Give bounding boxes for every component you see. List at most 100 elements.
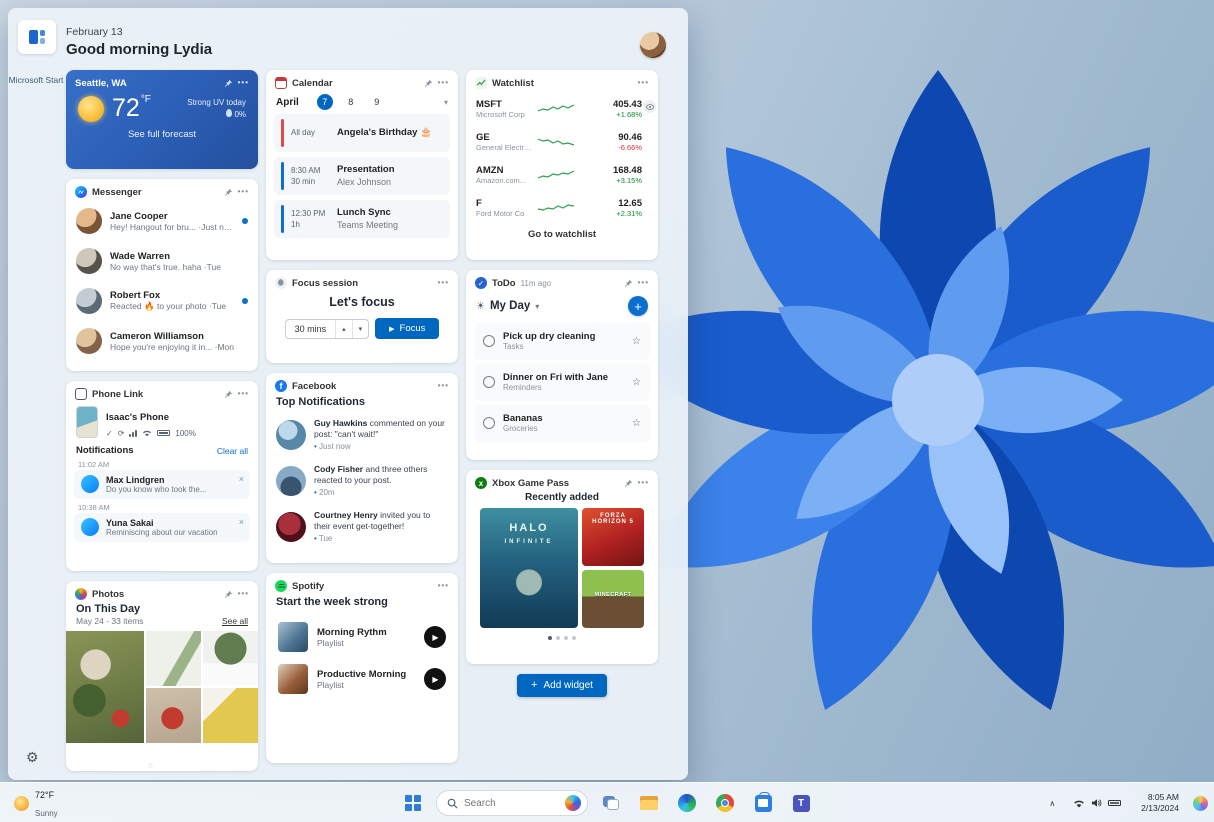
add-task-button[interactable]: + [628, 296, 648, 316]
message-item[interactable]: Robert Fox Reacted 🔥 to your photoTue [66, 281, 258, 321]
chevron-down-icon[interactable]: ▾ [444, 98, 448, 107]
duration-decrease-icon[interactable]: ▾ [352, 320, 369, 338]
pin-icon[interactable] [224, 390, 233, 399]
sidebar-item-microsoft-start[interactable]: Microsoft Start [8, 70, 64, 88]
add-widget-button[interactable]: + Add widget [517, 674, 607, 697]
taskbar-search[interactable] [436, 790, 588, 816]
more-options-icon[interactable]: ••• [438, 279, 449, 287]
task-view-button[interactable] [596, 788, 626, 818]
phone-notification[interactable]: Max Lindgren Do you know who took the...… [74, 470, 250, 499]
see-all-link[interactable]: See all [222, 616, 248, 626]
calendar-event[interactable]: 8:30 AM30 min Presentation Alex Johnson [274, 157, 450, 195]
photo-thumbnail[interactable] [146, 688, 201, 743]
photo-thumbnail[interactable] [146, 631, 201, 686]
calendar-event[interactable]: 12:30 PM1h Lunch Sync Teams Meeting [274, 200, 450, 238]
widgets-board-button[interactable] [18, 20, 56, 54]
close-icon[interactable]: × [239, 517, 244, 527]
more-options-icon[interactable]: ••• [238, 188, 249, 196]
hidden-icons-chevron-icon[interactable]: ∧ [1045, 795, 1059, 812]
calendar-day-selected[interactable]: 7 [317, 94, 333, 110]
see-full-forecast-link[interactable]: See full forecast [66, 129, 258, 140]
calendar-day[interactable]: 9 [369, 94, 385, 110]
duration-select[interactable]: 30 mins ▴ ▾ [285, 319, 370, 339]
more-options-icon[interactable]: ••• [638, 479, 649, 487]
network-volume-battery-group[interactable] [1067, 794, 1127, 812]
stock-row[interactable]: MSFT Microsoft Corp 405.43 +1.68% [466, 92, 658, 125]
copilot-icon[interactable] [1193, 796, 1208, 811]
pin-icon[interactable] [624, 279, 633, 288]
stock-row[interactable]: F Ford Motor Co 12.65 +2.31% [466, 191, 658, 224]
pin-icon[interactable] [224, 188, 233, 197]
edge-button[interactable] [672, 788, 702, 818]
close-icon[interactable]: × [239, 474, 244, 484]
more-options-icon[interactable]: ••• [438, 382, 449, 390]
user-avatar[interactable] [640, 32, 666, 58]
photo-thumbnail[interactable] [203, 631, 258, 686]
photo-collage[interactable] [66, 631, 258, 743]
phone-device-row[interactable]: Isaac's Phone ✓ ⟳ 100% [66, 403, 258, 443]
stock-row[interactable]: GE General Electric... 90.46 -6.66% [466, 125, 658, 158]
phone-notification[interactable]: Yuna Sakai Reminiscing about our vacatio… [74, 513, 250, 542]
game-cover-forza-horizon-5[interactable]: FORZA HORIZON 5 [582, 508, 644, 566]
star-icon[interactable]: ☆ [632, 336, 641, 347]
message-item[interactable]: Jane Cooper Hey! Hangout for bru...Just … [66, 201, 258, 241]
task-item[interactable]: Pick up dry cleaning Tasks ☆ [474, 322, 650, 360]
more-options-icon[interactable]: ••• [638, 79, 649, 87]
focus-start-button[interactable]: ▶ Focus [375, 318, 439, 339]
settings-gear-icon[interactable]: ⚙ [26, 749, 39, 766]
pin-icon[interactable] [224, 79, 233, 88]
photo-thumbnail[interactable] [66, 631, 144, 743]
pin-icon[interactable] [624, 479, 633, 488]
xbox-pagination-dots[interactable] [466, 636, 658, 640]
star-icon[interactable]: ☆ [632, 377, 641, 388]
facebook-notification[interactable]: Courtney Henry invited you to their even… [266, 504, 458, 550]
task-complete-circle[interactable] [483, 376, 495, 388]
more-options-icon[interactable]: ••• [438, 79, 449, 87]
pin-icon[interactable] [224, 590, 233, 599]
task-item[interactable]: Dinner on Fri with Jane Reminders ☆ [474, 363, 650, 401]
task-item[interactable]: Bananas Groceries ☆ [474, 404, 650, 442]
more-options-icon[interactable]: ••• [238, 390, 249, 398]
more-options-icon[interactable]: ••• [638, 279, 649, 287]
file-explorer-button[interactable] [634, 788, 664, 818]
play-button[interactable]: ▶ [424, 668, 446, 690]
more-options-icon[interactable]: ••• [438, 582, 449, 590]
store-button[interactable] [748, 788, 778, 818]
my-day-label[interactable]: My Day [490, 300, 530, 312]
task-complete-circle[interactable] [483, 335, 495, 347]
stock-row[interactable]: AMZN Amazon.com... 168.48 +3.15% [466, 158, 658, 191]
eye-icon[interactable] [643, 100, 656, 113]
game-cover-minecraft[interactable]: MINECRAFT [582, 570, 644, 628]
task-complete-circle[interactable] [483, 417, 495, 429]
playlist-item[interactable]: Morning Rythm Playlist ▶ [266, 616, 458, 658]
pin-icon[interactable] [424, 79, 433, 88]
start-button[interactable] [398, 788, 428, 818]
chevron-down-icon[interactable]: ▾ [535, 302, 539, 311]
facebook-notification[interactable]: Guy Hawkins commented on your post: "can… [266, 412, 458, 458]
play-button[interactable]: ▶ [424, 626, 446, 648]
message-item[interactable]: Cameron Williamson Hope you're enjoying … [66, 321, 258, 361]
playlist-item[interactable]: Productive Morning Playlist ▶ [266, 658, 458, 700]
calendar-event[interactable]: All day Angela's Birthday 🎂 [274, 114, 450, 152]
facebook-notification[interactable]: Cody Fisher and three others reacted to … [266, 458, 458, 504]
weather-widget[interactable]: Seattle, WA ••• 72°F Strong UV today 0% [66, 70, 258, 169]
taskbar-clock[interactable]: 8:05 AM 2/13/2024 [1135, 790, 1185, 817]
event-title: Lunch Sync [337, 207, 398, 220]
task-view-icon [603, 796, 619, 810]
duration-increase-icon[interactable]: ▴ [335, 320, 352, 338]
calendar-day[interactable]: 8 [343, 94, 359, 110]
go-to-watchlist-link[interactable]: Go to watchlist [466, 229, 658, 240]
star-icon[interactable]: ☆ [632, 418, 641, 429]
more-options-icon[interactable]: ••• [238, 79, 249, 87]
teams-button[interactable]: T [786, 788, 816, 818]
search-input[interactable] [464, 798, 559, 809]
message-item[interactable]: Wade Warren No way that's true. hahaTue [66, 241, 258, 281]
chrome-button[interactable] [710, 788, 740, 818]
taskbar-widgets-button[interactable]: 72°F Sunny [4, 787, 68, 819]
more-options-icon[interactable]: ••• [238, 590, 249, 598]
photos-pagination-dots[interactable] [66, 764, 258, 767]
photo-thumbnail[interactable] [203, 688, 258, 743]
game-cover-halo-infinite[interactable]: HALO INFINITE [480, 508, 578, 628]
refresh-icon[interactable]: ⟳ [118, 429, 125, 438]
clear-all-link[interactable]: Clear all [217, 446, 248, 456]
